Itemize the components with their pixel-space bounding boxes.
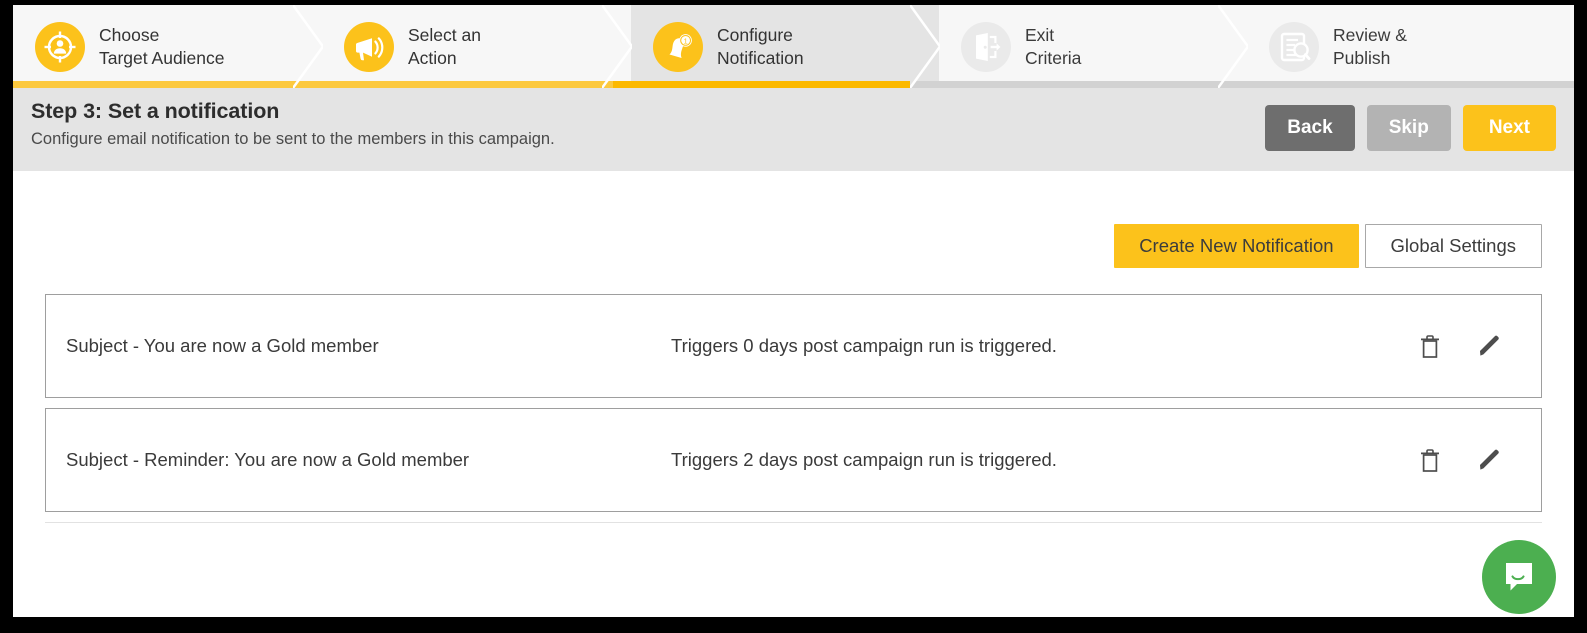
notification-row-actions xyxy=(1417,446,1541,474)
global-settings-button[interactable]: Global Settings xyxy=(1364,224,1542,268)
notification-trigger: Triggers 0 days post campaign run is tri… xyxy=(671,335,1057,356)
wizard-step-label: Review & Publish xyxy=(1333,24,1407,70)
page-title: Step 3: Set a notification xyxy=(31,99,280,123)
step-chevron-icon xyxy=(910,5,940,88)
step-chevron-icon xyxy=(1218,5,1248,88)
wizard-step-label: Exit Criteria xyxy=(1025,24,1081,70)
step-line1: Configure xyxy=(717,24,793,45)
exit-door-icon xyxy=(961,21,1011,72)
wizard-step-label: Choose Target Audience xyxy=(99,24,225,70)
chat-bubble-icon xyxy=(1506,563,1532,591)
step-header-text: Step 3: Set a notification Configure ema… xyxy=(31,99,555,149)
wizard-step-select-an-action[interactable]: Select an Action xyxy=(322,5,632,88)
step-line2: Publish xyxy=(1333,47,1391,68)
step-line1: Review & xyxy=(1333,24,1407,45)
back-button[interactable]: Back xyxy=(1265,105,1355,151)
progress-segment-remaining xyxy=(910,81,1574,88)
step-line1: Exit xyxy=(1025,24,1055,45)
wizard-step-configure-notification[interactable]: 1 Configure Notification xyxy=(631,5,940,88)
notification-row[interactable]: Subject - You are now a Gold member Trig… xyxy=(45,294,1542,398)
main-content: Create New Notification Global Settings … xyxy=(13,171,1574,617)
bell-notification-icon: 1 xyxy=(653,21,703,72)
step-line2: Notification xyxy=(717,47,804,68)
edit-pencil-icon[interactable] xyxy=(1477,446,1503,474)
edit-pencil-icon[interactable] xyxy=(1477,332,1503,360)
notification-subject: Subject - You are now a Gold member xyxy=(66,335,379,356)
wizard-progress-bar xyxy=(13,81,1574,88)
app-window: Choose Target Audience Select an Action xyxy=(13,5,1574,617)
notification-row[interactable]: Subject - Reminder: You are now a Gold m… xyxy=(45,408,1542,512)
step-line2: Target Audience xyxy=(99,47,225,68)
step-chevron-icon xyxy=(293,5,323,88)
notification-trigger: Triggers 2 days post campaign run is tri… xyxy=(671,449,1057,470)
wizard-step-label: Configure Notification xyxy=(717,24,804,70)
step-line2: Criteria xyxy=(1025,47,1082,68)
step-chevron-icon xyxy=(602,5,632,88)
wizard-step-exit-criteria[interactable]: Exit Criteria xyxy=(939,5,1248,88)
notification-row-actions xyxy=(1417,332,1541,360)
chat-launcher-button[interactable] xyxy=(1482,540,1556,614)
wizard-step-choose-target-audience[interactable]: Choose Target Audience xyxy=(13,5,323,88)
megaphone-icon xyxy=(344,21,394,72)
step-line1: Choose xyxy=(99,24,160,45)
next-button[interactable]: Next xyxy=(1462,105,1556,151)
wizard-stepper: Choose Target Audience Select an Action xyxy=(13,5,1574,88)
step-line1: Select an xyxy=(408,24,481,45)
svg-text:1: 1 xyxy=(683,36,687,45)
wizard-step-review-and-publish[interactable]: Review & Publish xyxy=(1247,5,1574,88)
list-bottom-divider xyxy=(45,522,1542,523)
progress-segment-completed xyxy=(13,81,613,88)
delete-icon[interactable] xyxy=(1417,332,1443,360)
skip-button[interactable]: Skip xyxy=(1366,105,1451,151)
wizard-nav-buttons: Back Skip Next xyxy=(1265,99,1556,151)
notification-subject: Subject - Reminder: You are now a Gold m… xyxy=(66,449,470,470)
step-header-bar: Step 3: Set a notification Configure ema… xyxy=(13,88,1574,171)
target-audience-icon xyxy=(35,21,85,72)
page-subtitle: Configure email notification to be sent … xyxy=(31,130,555,148)
document-search-icon xyxy=(1269,21,1319,72)
create-new-notification-button[interactable]: Create New Notification xyxy=(1114,224,1359,268)
notification-toolbar: Create New Notification Global Settings xyxy=(45,171,1542,268)
wizard-step-label: Select an Action xyxy=(408,24,481,70)
step-line2: Action xyxy=(408,47,457,68)
notification-list: Subject - You are now a Gold member Trig… xyxy=(45,294,1542,523)
delete-icon[interactable] xyxy=(1417,446,1443,474)
progress-segment-current xyxy=(613,81,910,88)
